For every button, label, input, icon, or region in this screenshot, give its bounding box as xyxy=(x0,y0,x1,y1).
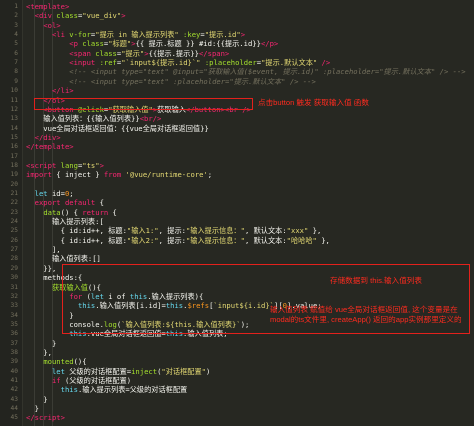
annotation-store-data: 存储数据到 this.输入值列表 xyxy=(330,276,422,285)
annotation-global-value: 输入值列表 赋值给 vue全局对话框返回值, 这个变量是在 modal的ts文件… xyxy=(270,305,462,324)
code-editor[interactable]: 1 <template> 2 <div class="vue_div"> 3 <ol>… xyxy=(0,0,474,426)
annotation-button-click: 点击button 触发 获取输入值 函数 xyxy=(258,98,369,107)
button-highlight-box xyxy=(34,98,253,110)
code-text: </script> xyxy=(26,413,65,423)
line-number: 45 xyxy=(10,414,18,422)
code-line[interactable]: 45 </script> xyxy=(0,413,474,423)
